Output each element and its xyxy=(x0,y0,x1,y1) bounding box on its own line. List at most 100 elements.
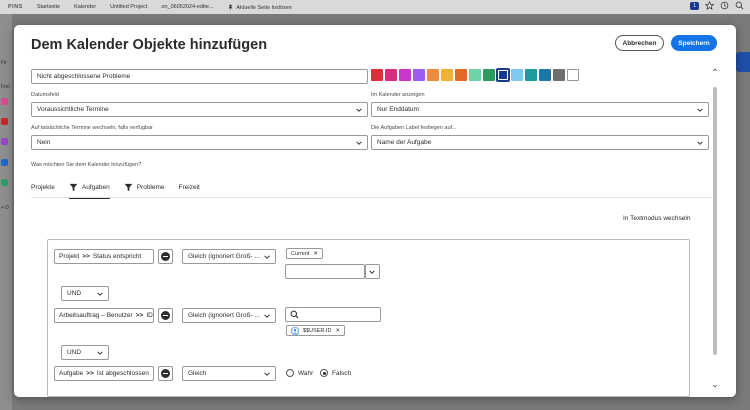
close-icon[interactable]: ✕ xyxy=(335,328,340,334)
show-in-calendar-select[interactable]: Nur Enddatum xyxy=(371,102,709,117)
tab-aufgaben[interactable]: Aufgaben xyxy=(68,176,110,199)
nav-startseite[interactable]: Startseite xyxy=(37,4,60,10)
filter-field-selector[interactable]: Projekt >> Status entspricht xyxy=(54,249,154,264)
background-swatch-5 xyxy=(1,179,8,186)
color-swatch-8[interactable] xyxy=(469,69,481,81)
date-field-value: Voraussichtliche Termine xyxy=(37,106,109,113)
chevron-down-icon xyxy=(369,270,375,274)
radio-false-circle xyxy=(320,369,328,377)
background-swatch-3 xyxy=(1,138,8,145)
background-blue-button xyxy=(736,52,750,72)
filter-operator-value: Gleich xyxy=(188,370,207,377)
scrollbar-thumb[interactable] xyxy=(713,87,717,355)
connector-select[interactable]: UND xyxy=(61,286,109,301)
filter-operator-select[interactable]: Gleich (ignoriert Groß- ... xyxy=(182,308,276,323)
chevron-down-icon xyxy=(97,292,103,296)
double-chevron-right-icon: >> xyxy=(82,253,90,260)
nav-document[interactable]: on_06052024-edite... xyxy=(161,4,213,10)
search-icon[interactable] xyxy=(735,1,744,10)
tab-projekte[interactable]: Projekte xyxy=(31,176,55,198)
filter-builder: Projekt >> Status entspricht Gleich (ign… xyxy=(47,239,690,397)
radio-false[interactable]: Falsch xyxy=(320,369,351,377)
switch-actual-dates-select[interactable]: Nein xyxy=(31,135,368,150)
chevron-down-icon xyxy=(356,141,362,145)
background-label-fir: Fir xyxy=(1,60,7,66)
nav-kalender[interactable]: Kalender xyxy=(74,4,96,10)
background-swatch-4 xyxy=(1,159,8,166)
show-in-calendar-value: Nur Enddatum xyxy=(377,106,419,113)
color-swatch-10[interactable] xyxy=(497,69,509,81)
task-label-select[interactable]: Name der Aufgabe xyxy=(371,135,709,150)
switch-to-text-mode-link[interactable]: In Textmodus wechseln xyxy=(623,215,690,222)
chevron-down-icon xyxy=(264,255,270,259)
double-chevron-right-icon: >> xyxy=(135,312,144,319)
star-icon[interactable] xyxy=(705,1,714,10)
color-swatch-11[interactable] xyxy=(511,69,523,81)
nav-project[interactable]: Untitled Project xyxy=(110,4,147,10)
filter-value-dropdown-button[interactable] xyxy=(365,264,380,279)
remove-filter-button[interactable] xyxy=(158,366,173,381)
history-icon[interactable] xyxy=(720,1,729,10)
filter-value-tag: $$USER.ID ✕ xyxy=(286,325,346,336)
color-swatch-1[interactable] xyxy=(371,69,383,81)
task-label-value: Name der Aufgabe xyxy=(377,139,432,146)
color-picker xyxy=(371,69,579,81)
color-swatch-4[interactable] xyxy=(413,69,425,81)
unpin-page-link[interactable]: Aktuelle Seite loslösen xyxy=(227,4,292,11)
task-label-setting-label: Die Aufgaben Label festlegen auf... xyxy=(371,125,457,131)
minus-circle-icon xyxy=(161,311,170,320)
color-swatch-7[interactable] xyxy=(455,69,467,81)
tab-freizeit-label: Freizeit xyxy=(178,183,200,191)
connector-select[interactable]: UND xyxy=(61,345,109,360)
remove-filter-button[interactable] xyxy=(158,249,173,264)
minus-circle-icon xyxy=(161,369,170,378)
filter-field-attribute: ID xyxy=(146,312,153,319)
color-swatch-2[interactable] xyxy=(385,69,397,81)
chevron-down-icon xyxy=(264,372,270,376)
filter-value-search-input[interactable] xyxy=(285,307,381,322)
filter-field-selector[interactable]: Aufgabe >> Ist abgeschlossen xyxy=(54,366,154,381)
tab-probleme-label: Probleme xyxy=(136,183,165,191)
unpin-page-label: Aktuelle Seite loslösen xyxy=(236,4,292,11)
color-swatch-9[interactable] xyxy=(483,69,495,81)
tab-probleme[interactable]: Probleme xyxy=(124,176,165,198)
radio-true-circle xyxy=(286,369,294,377)
color-swatch-13[interactable] xyxy=(539,69,551,81)
filter-operator-value: Gleich (ignoriert Groß- ... xyxy=(188,253,260,260)
radio-true-label: Wahr xyxy=(298,369,314,377)
tab-freizeit[interactable]: Freizeit xyxy=(179,176,200,198)
background-swatch-2 xyxy=(1,118,8,125)
color-swatch-15[interactable] xyxy=(567,69,579,81)
color-swatch-12[interactable] xyxy=(525,69,537,81)
minus-circle-icon xyxy=(161,252,170,261)
radio-true[interactable]: Wahr xyxy=(286,369,313,377)
filter-field-object: Aufgabe xyxy=(59,370,84,377)
notification-badge[interactable]: 1 xyxy=(690,1,699,10)
color-swatch-5[interactable] xyxy=(427,69,439,81)
remove-filter-button[interactable] xyxy=(158,308,173,323)
brand-label: PINS xyxy=(8,4,23,10)
date-field-select[interactable]: Voraussichtliche Termine xyxy=(31,102,368,117)
background-sidebar: Fir Frei + D xyxy=(0,14,12,410)
scroll-down-icon[interactable] xyxy=(712,383,718,389)
filter-value-tag: Current ✕ xyxy=(286,248,323,259)
calendar-item-name-input[interactable]: Nicht abgeschlossene Probleme xyxy=(31,69,368,84)
color-swatch-3[interactable] xyxy=(399,69,411,81)
chevron-down-icon xyxy=(697,108,703,112)
color-swatch-14[interactable] xyxy=(553,69,565,81)
cancel-button[interactable]: Abbrechen xyxy=(615,35,664,51)
filter-operator-select[interactable]: Gleich xyxy=(182,366,276,381)
filter-field-selector[interactable]: Arbeitsauftrag – Benutzer >> ID xyxy=(54,308,154,323)
tabs-divider xyxy=(31,197,714,198)
scroll-up-icon[interactable] xyxy=(712,67,718,73)
user-variable-icon xyxy=(291,326,299,335)
chevron-down-icon xyxy=(97,351,103,355)
dialog-scrollbar[interactable] xyxy=(711,65,719,393)
filter-operator-select[interactable]: Gleich (ignoriert Groß- ... xyxy=(182,249,276,264)
filter-operator-value: Gleich (ignoriert Groß- ... xyxy=(188,312,260,319)
filter-value-input[interactable] xyxy=(285,264,365,279)
color-swatch-6[interactable] xyxy=(441,69,453,81)
chevron-down-icon xyxy=(697,141,703,145)
save-button[interactable]: Speichern xyxy=(671,35,717,51)
close-icon[interactable]: ✕ xyxy=(313,251,318,257)
